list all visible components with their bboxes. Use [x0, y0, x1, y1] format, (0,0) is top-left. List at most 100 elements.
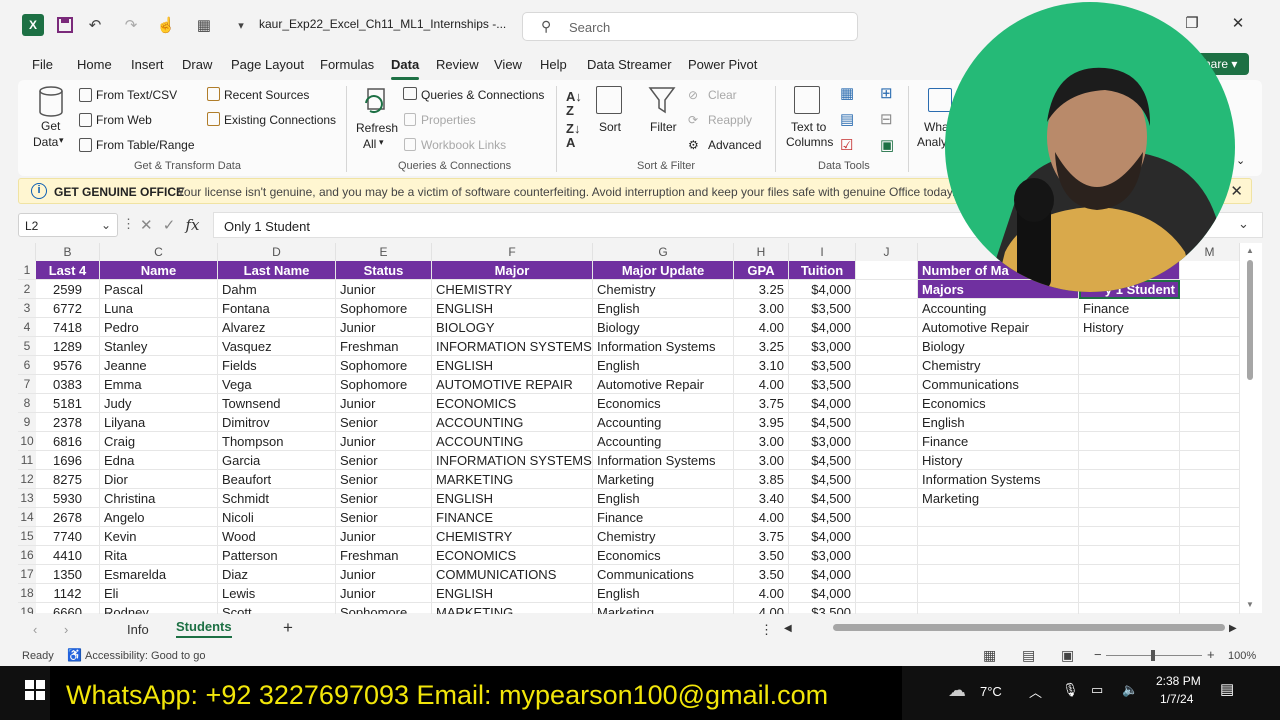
- table-cell[interactable]: Alvarez: [218, 318, 336, 337]
- table-cell[interactable]: Rita: [100, 546, 218, 565]
- queries-connections-button[interactable]: Queries & Connections: [421, 88, 544, 102]
- row-header[interactable]: 15: [18, 527, 36, 546]
- table-cell[interactable]: $3,500: [789, 299, 856, 318]
- empty-cell[interactable]: [1180, 299, 1240, 318]
- table-cell[interactable]: ENGLISH: [432, 299, 593, 318]
- reapply-button[interactable]: Reapply: [708, 113, 752, 127]
- clock-time[interactable]: 2:38 PM: [1156, 674, 1201, 688]
- empty-cell[interactable]: [918, 546, 1079, 565]
- zoom-slider-handle[interactable]: [1151, 650, 1155, 661]
- microphone-icon[interactable]: 🎙: [1062, 682, 1079, 698]
- table-cell[interactable]: $3,000: [789, 546, 856, 565]
- temperature[interactable]: 7°C: [980, 684, 1002, 699]
- table-cell[interactable]: 0383: [36, 375, 100, 394]
- table-cell[interactable]: Stanley: [100, 337, 218, 356]
- table-cell[interactable]: Townsend: [218, 394, 336, 413]
- table-cell[interactable]: ECONOMICS: [432, 546, 593, 565]
- table-cell[interactable]: 1142: [36, 584, 100, 603]
- table-cell[interactable]: 5930: [36, 489, 100, 508]
- sort-a-z-icon[interactable]: A↓ Z: [566, 90, 582, 118]
- accessibility-status[interactable]: Accessibility: Good to go: [85, 650, 205, 662]
- table-cell[interactable]: 1696: [36, 451, 100, 470]
- scroll-up-icon[interactable]: ▲: [1246, 246, 1254, 255]
- table-header-cell[interactable]: Tuition: [789, 261, 856, 280]
- table-cell[interactable]: Fontana: [218, 299, 336, 318]
- empty-cell[interactable]: [856, 489, 918, 508]
- workbook-links-button[interactable]: Workbook Links: [421, 138, 506, 152]
- table-header-cell[interactable]: Last 4: [36, 261, 100, 280]
- table-cell[interactable]: Chemistry: [593, 527, 734, 546]
- empty-cell[interactable]: [856, 280, 918, 299]
- insert-function-icon[interactable]: fx: [186, 216, 200, 234]
- table-cell[interactable]: English: [593, 356, 734, 375]
- row-header[interactable]: 11: [18, 451, 36, 470]
- table-cell[interactable]: 5181: [36, 394, 100, 413]
- table-cell[interactable]: Junior: [336, 527, 432, 546]
- table-cell[interactable]: MARKETING: [432, 470, 593, 489]
- empty-cell[interactable]: [1079, 451, 1180, 470]
- undo-icon[interactable]: ↶: [84, 14, 106, 36]
- table-cell[interactable]: Junior: [336, 394, 432, 413]
- restore-icon[interactable]: ❐: [1180, 14, 1204, 36]
- table-cell[interactable]: Edna: [100, 451, 218, 470]
- empty-cell[interactable]: [1180, 432, 1240, 451]
- empty-cell[interactable]: [1079, 356, 1180, 375]
- refresh-line1[interactable]: Refresh: [356, 121, 398, 135]
- table-cell[interactable]: English: [593, 584, 734, 603]
- table-cell[interactable]: Accounting: [593, 413, 734, 432]
- major-cell[interactable]: Biology: [918, 337, 1079, 356]
- table-cell[interactable]: Junior: [336, 432, 432, 451]
- table-cell[interactable]: Schmidt: [218, 489, 336, 508]
- data-validation-icon[interactable]: ☑: [840, 136, 853, 154]
- prev-sheet-icon[interactable]: ‹: [33, 622, 37, 637]
- table-cell[interactable]: Marketing: [593, 470, 734, 489]
- table-cell[interactable]: 4.00: [734, 375, 789, 394]
- text-to-columns-line2[interactable]: Columns: [786, 135, 833, 149]
- row-header[interactable]: 12: [18, 470, 36, 489]
- empty-cell[interactable]: [856, 451, 918, 470]
- save-icon[interactable]: [54, 14, 76, 36]
- empty-cell[interactable]: [856, 318, 918, 337]
- vertical-scrollbar[interactable]: ▲ ▼: [1244, 246, 1256, 610]
- get-data-line2[interactable]: Data: [33, 135, 58, 149]
- row-header[interactable]: 7: [18, 375, 36, 394]
- table-cell[interactable]: 7740: [36, 527, 100, 546]
- vertical-scroll-thumb[interactable]: [1247, 260, 1253, 380]
- table-header-cell[interactable]: Status: [336, 261, 432, 280]
- table-cell[interactable]: Patterson: [218, 546, 336, 565]
- table-cell[interactable]: 3.10: [734, 356, 789, 375]
- empty-cell[interactable]: [1079, 546, 1180, 565]
- table-cell[interactable]: Accounting: [593, 432, 734, 451]
- only1-cell[interactable]: History: [1079, 318, 1180, 337]
- empty-cell[interactable]: [1180, 584, 1240, 603]
- filter-button[interactable]: Filter: [650, 120, 677, 134]
- table-cell[interactable]: Senior: [336, 451, 432, 470]
- table-cell[interactable]: 2678: [36, 508, 100, 527]
- table-cell[interactable]: 3.50: [734, 546, 789, 565]
- empty-cell[interactable]: [1079, 394, 1180, 413]
- text-to-columns-line1[interactable]: Text to: [791, 120, 826, 134]
- battery-icon[interactable]: ▭: [1091, 682, 1103, 698]
- table-cell[interactable]: Sophomore: [336, 356, 432, 375]
- empty-cell[interactable]: [1180, 508, 1240, 527]
- scroll-down-icon[interactable]: ▼: [1246, 600, 1254, 609]
- empty-cell[interactable]: [856, 394, 918, 413]
- recent-sources[interactable]: Recent Sources: [224, 88, 309, 102]
- table-cell[interactable]: Luna: [100, 299, 218, 318]
- weather-icon[interactable]: ☁: [948, 680, 966, 701]
- table-cell[interactable]: $4,000: [789, 280, 856, 299]
- table-cell[interactable]: Information Systems: [593, 451, 734, 470]
- table-cell[interactable]: 2378: [36, 413, 100, 432]
- customize-qat-icon[interactable]: ▾: [230, 14, 252, 36]
- empty-cell[interactable]: [1079, 413, 1180, 432]
- from-table-range[interactable]: From Table/Range: [96, 138, 195, 152]
- table-cell[interactable]: Dior: [100, 470, 218, 489]
- table-cell[interactable]: $3,000: [789, 337, 856, 356]
- row-header[interactable]: 14: [18, 508, 36, 527]
- add-sheet-button[interactable]: +: [283, 618, 293, 638]
- tab-file[interactable]: File: [32, 57, 53, 72]
- empty-cell[interactable]: [1180, 527, 1240, 546]
- column-header[interactable]: H: [734, 243, 789, 261]
- empty-cell[interactable]: [856, 584, 918, 603]
- close-icon[interactable]: ✕: [1226, 14, 1250, 36]
